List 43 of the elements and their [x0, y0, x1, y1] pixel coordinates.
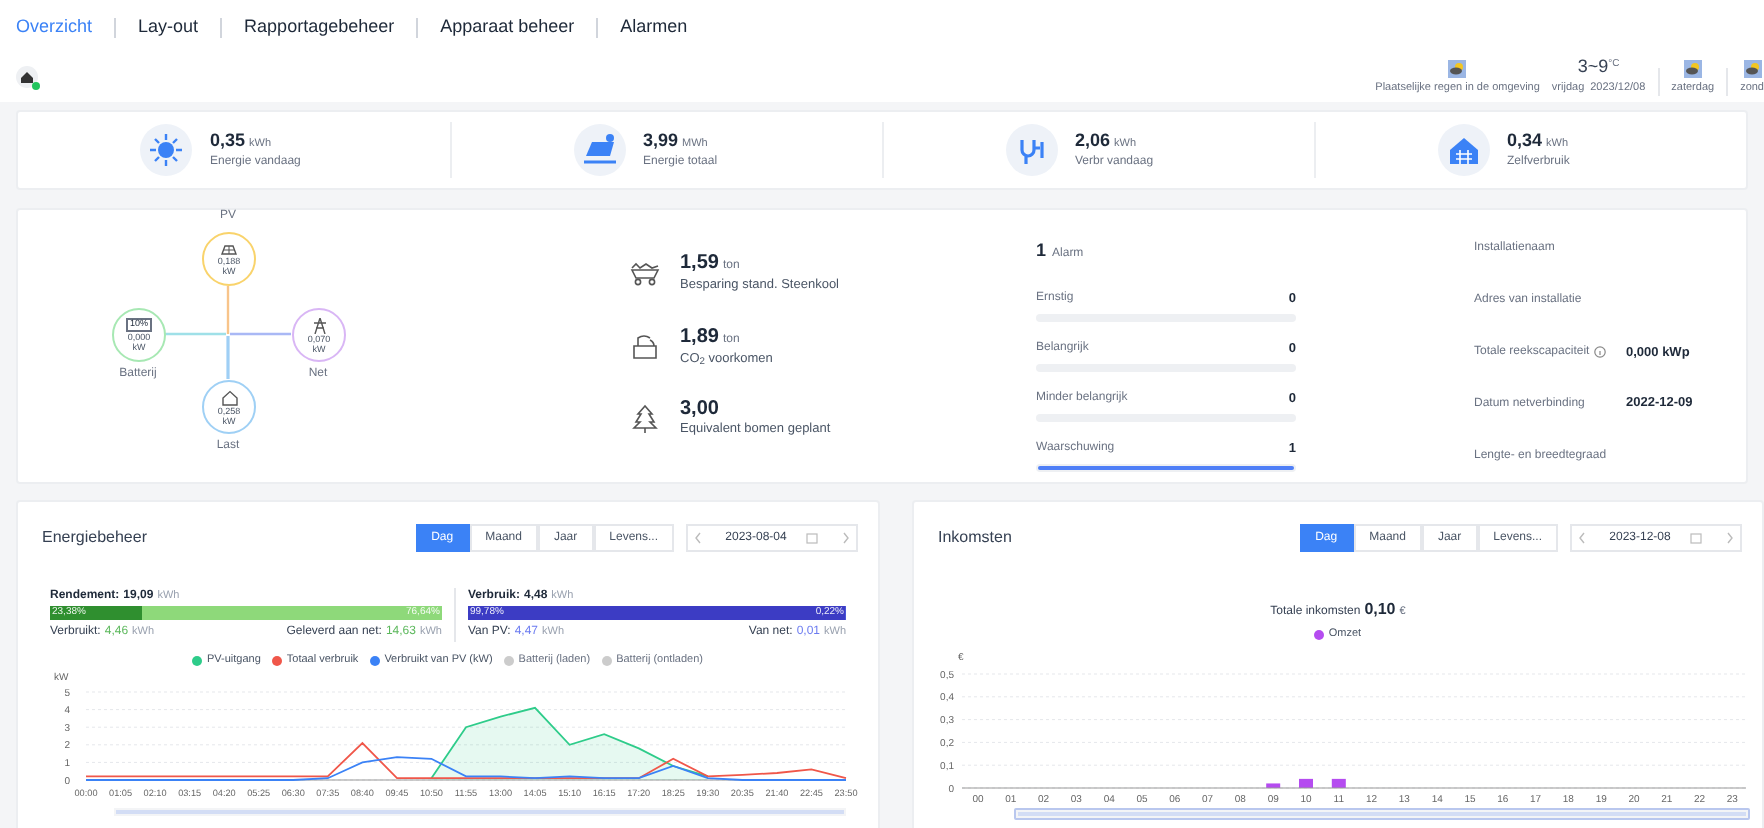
chevron-left-icon[interactable]: [1578, 532, 1586, 544]
factory-icon: [629, 334, 659, 360]
tree-icon: [631, 404, 657, 435]
saving-value: 3,00: [680, 398, 719, 421]
chevron-right-icon[interactable]: [1725, 532, 1734, 544]
calendar-icon[interactable]: [1690, 532, 1703, 544]
alarm-count: 1: [1036, 238, 1047, 264]
panel-icon: [571, 122, 627, 178]
house-icon: [1435, 122, 1491, 178]
nav-tab[interactable]: Lay-out: [138, 13, 199, 41]
bar: [1266, 783, 1281, 789]
cloud-icon: [1448, 59, 1467, 78]
chevron-right-icon[interactable]: [841, 532, 850, 544]
stat-value: 0,34: [1507, 127, 1543, 154]
card-title: Energiebeheer: [42, 526, 147, 550]
cloud-icon: [1743, 59, 1762, 78]
zoom-slider[interactable]: [1014, 808, 1750, 821]
bar: [1331, 779, 1346, 789]
card-title: Inkomsten: [938, 526, 1012, 550]
chevron-left-icon[interactable]: [694, 532, 702, 544]
calendar-icon[interactable]: [806, 532, 819, 544]
plug-icon: [1003, 122, 1059, 178]
temperature-range: 3~9: [1577, 57, 1609, 76]
cart-icon: [629, 261, 659, 286]
stat-value: 3,99: [643, 127, 679, 154]
stat-value: 2,06: [1075, 127, 1111, 154]
solar-panel-icon: [220, 242, 238, 256]
home-icon[interactable]: [16, 66, 40, 90]
bar: [1299, 779, 1313, 789]
nav-tab[interactable]: Apparaat beheer: [440, 13, 575, 41]
info-icon[interactable]: [1593, 346, 1606, 359]
nav-tab[interactable]: Alarmen: [620, 13, 688, 41]
zoom-range[interactable]: [1018, 812, 1746, 817]
stat-value: 0,35: [210, 127, 246, 154]
total-value: 0,10: [1364, 598, 1396, 622]
power-tower-icon: [311, 317, 327, 333]
saving-value: 1,89: [680, 325, 719, 348]
nav-tab[interactable]: Rapportagebeheer: [244, 13, 395, 41]
sun-icon: [138, 122, 194, 178]
house-icon: [221, 389, 237, 405]
saving-value: 1,59: [680, 251, 719, 274]
nav-tab[interactable]: Overzicht: [16, 13, 93, 41]
cloud-icon: [1683, 59, 1702, 78]
